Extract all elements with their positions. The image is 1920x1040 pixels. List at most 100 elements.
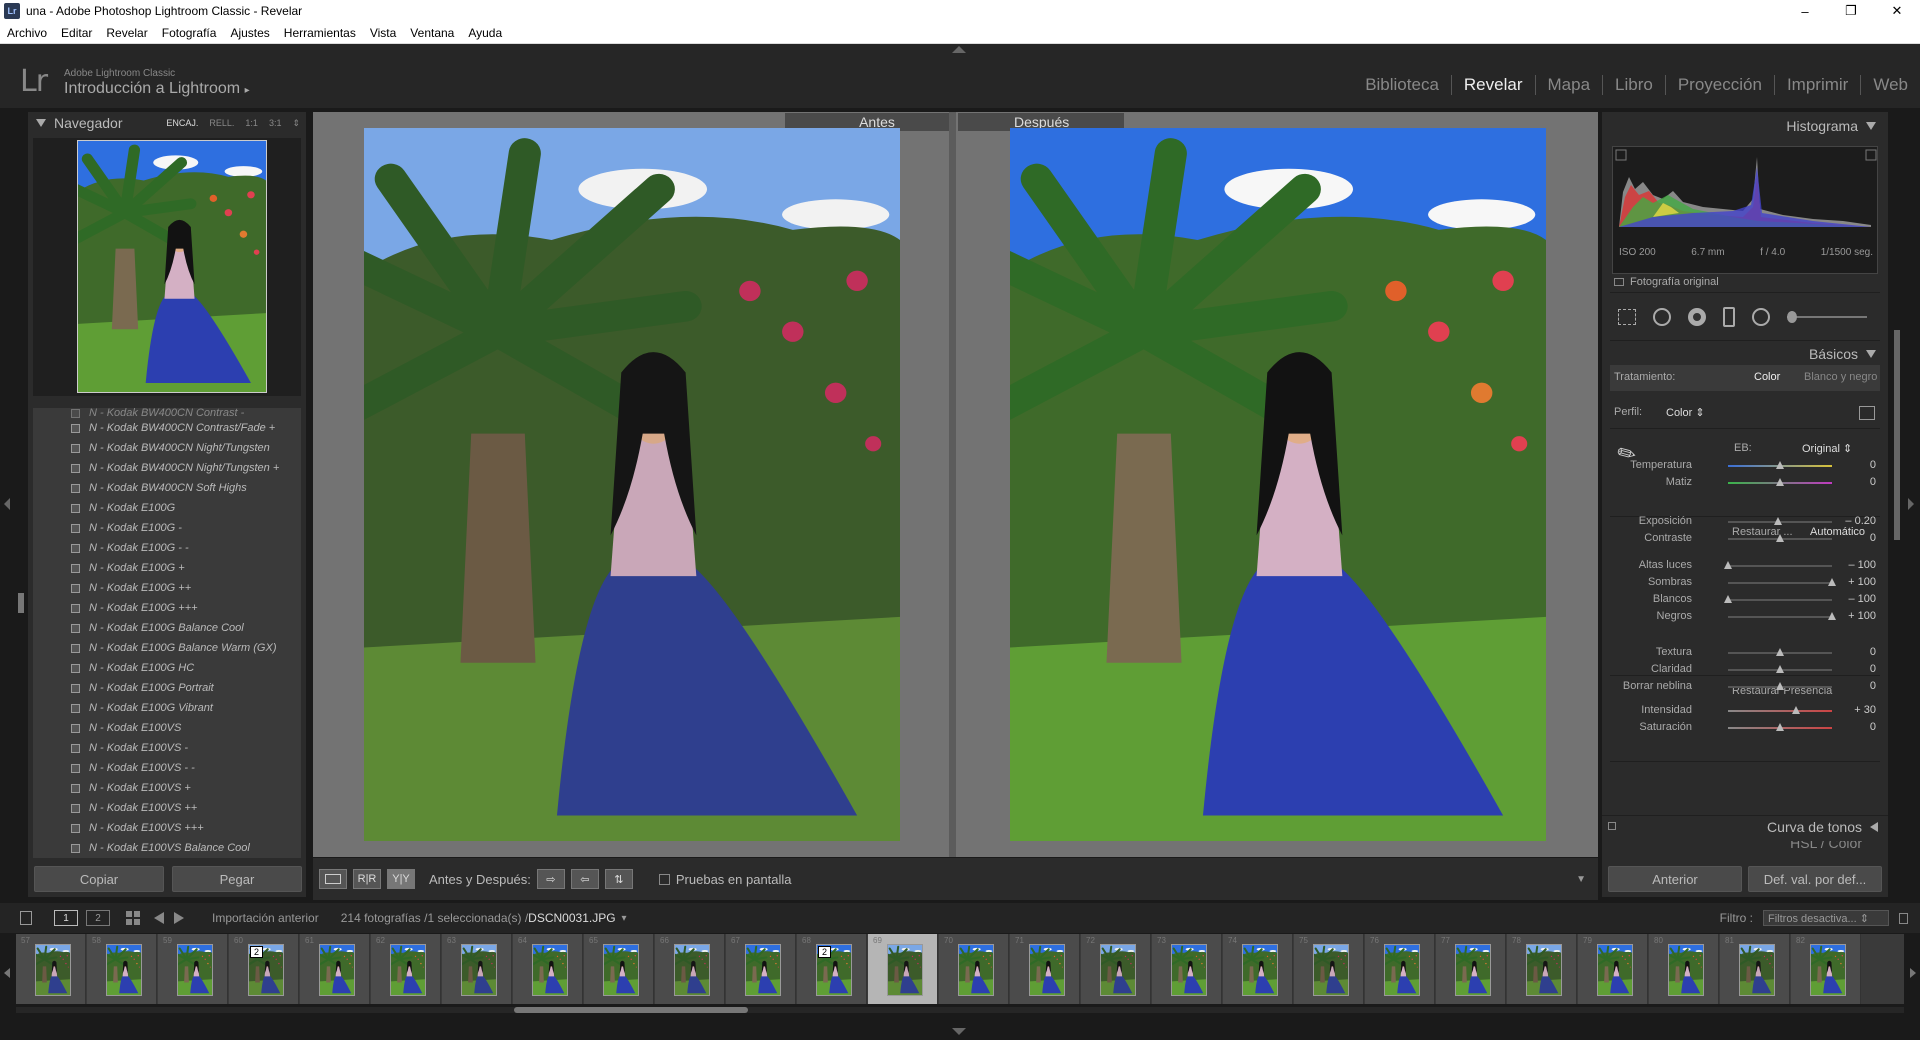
filmstrip-thumbnail[interactable]: 82 — [1791, 934, 1861, 1004]
menu-8[interactable]: Ayuda — [461, 26, 509, 40]
filmstrip-thumbnail[interactable]: 66 — [655, 934, 725, 1004]
filmstrip-thumbnail[interactable]: 78 — [1507, 934, 1577, 1004]
maximize-button[interactable]: ❐ — [1828, 0, 1874, 22]
panel-toggle-icon[interactable] — [1608, 822, 1616, 830]
filmstrip-thumbnail[interactable]: 73 — [1152, 934, 1222, 1004]
slider-value[interactable]: 0 — [1870, 680, 1876, 692]
preset-item[interactable]: N - Kodak E100G - — [33, 518, 301, 538]
preset-item[interactable]: N - Kodak E100VS - — [33, 738, 301, 758]
module-5[interactable]: Imprimir — [1773, 75, 1860, 95]
slider-knob[interactable] — [1776, 461, 1784, 469]
filter-select[interactable]: Filtros desactiva... ⇕ — [1763, 910, 1889, 926]
spot-removal-tool-icon[interactable] — [1653, 308, 1671, 326]
redeye-tool-icon[interactable] — [1688, 308, 1706, 326]
shadow-clipping-icon[interactable] — [1615, 149, 1627, 161]
preset-item[interactable]: N - Kodak E100VS — [33, 718, 301, 738]
filmstrip-thumbnail[interactable]: 74 — [1223, 934, 1293, 1004]
preset-item[interactable]: N - Kodak BW400CN Contrast/Fade + — [33, 418, 301, 438]
radial-filter-icon[interactable] — [1752, 308, 1770, 326]
preset-item[interactable]: N - Kodak E100VS + — [33, 778, 301, 798]
crop-tool-icon[interactable] — [1618, 309, 1636, 325]
left-panel-toggle-icon[interactable] — [4, 498, 10, 510]
preset-item[interactable]: N - Kodak E100G Vibrant — [33, 698, 301, 718]
hsl-header-partial[interactable]: HSL / Color — [1602, 841, 1888, 849]
slider-value[interactable]: 0 — [1870, 476, 1876, 488]
slider-value[interactable]: + 100 — [1848, 576, 1876, 588]
preset-item[interactable]: N - Kodak E100G Balance Cool — [33, 618, 301, 638]
treatment-color-option[interactable]: Color — [1754, 371, 1780, 383]
filmstrip-thumbnail[interactable]: 79 — [1578, 934, 1648, 1004]
profile-select[interactable]: Color ⇕ — [1666, 406, 1705, 419]
preset-item[interactable]: N - Kodak E100VS Balance Cool — [33, 838, 301, 858]
catalog-name[interactable]: Introducción a Lightroom ▸ — [64, 80, 250, 98]
slider-knob[interactable] — [1776, 665, 1784, 673]
filmstrip-source[interactable]: Importación anterior — [212, 911, 319, 925]
slider-knob[interactable] — [1791, 706, 1800, 714]
filmstrip-thumbnail[interactable]: 80 — [1649, 934, 1719, 1004]
preset-item[interactable]: N - Kodak E100G — [33, 498, 301, 518]
filmstrip-thumbnail[interactable]: 75 — [1294, 934, 1364, 1004]
slider-value[interactable]: + 30 — [1854, 704, 1876, 716]
graduated-filter-icon[interactable] — [1723, 307, 1735, 327]
slider-knob[interactable] — [1776, 648, 1784, 656]
menu-6[interactable]: Vista — [363, 26, 403, 40]
menu-3[interactable]: Fotografía — [155, 26, 224, 40]
preset-item[interactable]: N - Kodak E100G HC — [33, 658, 301, 678]
bottom-panel-toggle-icon[interactable] — [952, 1028, 966, 1035]
navigator-preview[interactable] — [33, 138, 301, 396]
stack-badge[interactable]: 2 — [818, 946, 831, 958]
current-file-name[interactable]: DSCN0031.JPG — [528, 911, 615, 925]
preset-item[interactable]: N - Kodak E100G - - — [33, 538, 301, 558]
slider-track[interactable] — [1728, 565, 1832, 567]
filmstrip-thumbnail[interactable]: 71 — [1010, 934, 1080, 1004]
filmstrip-thumbnail[interactable]: 68 2 — [797, 934, 867, 1004]
module-3[interactable]: Libro — [1602, 75, 1665, 95]
menu-4[interactable]: Ajustes — [223, 26, 276, 40]
forward-arrow-icon[interactable] — [174, 912, 184, 924]
copy-button[interactable]: Copiar — [34, 866, 164, 892]
slider-knob[interactable] — [1776, 534, 1784, 542]
filmstrip-thumbnail[interactable]: 72 — [1081, 934, 1151, 1004]
filmstrip-thumbnail[interactable]: 69 — [868, 934, 938, 1004]
slider-value[interactable]: – 100 — [1848, 559, 1876, 571]
profile-browser-grid-icon[interactable] — [1859, 406, 1875, 420]
original-photo-checkbox[interactable] — [1614, 278, 1624, 286]
toolbar-menu-icon[interactable]: ▼ — [1576, 874, 1586, 885]
filmstrip-thumbnail[interactable]: 65 — [584, 934, 654, 1004]
basic-header[interactable]: Básicos — [1809, 346, 1876, 362]
preset-item[interactable]: N - Kodak E100VS +++ — [33, 818, 301, 838]
main-window-button[interactable]: 1 — [54, 910, 78, 926]
preset-item[interactable]: N - Kodak BW400CN Contrast - — [33, 408, 301, 418]
second-window-button[interactable]: 2 — [86, 910, 110, 926]
previous-button[interactable]: Anterior — [1608, 866, 1742, 892]
filmstrip-thumbnail[interactable]: 62 — [371, 934, 441, 1004]
slider-track[interactable] — [1728, 582, 1832, 584]
copy-before-to-after-button[interactable]: ⇨ — [536, 869, 565, 889]
preset-item[interactable]: N - Kodak E100VS - - — [33, 758, 301, 778]
close-button[interactable]: ✕ — [1874, 0, 1920, 22]
back-arrow-icon[interactable] — [154, 912, 164, 924]
filmstrip-thumbnail[interactable]: 77 — [1436, 934, 1506, 1004]
menu-5[interactable]: Herramientas — [277, 26, 363, 40]
secondary-window-icon[interactable] — [20, 911, 32, 925]
filmstrip-thumbnail[interactable]: 70 — [939, 934, 1009, 1004]
slider-knob[interactable] — [1724, 561, 1732, 569]
slider-value[interactable]: 0 — [1870, 663, 1876, 675]
slider-track[interactable] — [1728, 710, 1832, 712]
wb-select[interactable]: Original ⇕ — [1802, 442, 1852, 455]
navigator-header[interactable]: Navegador ENCAJ. RELL. 1:1 3:1 ⇕ — [28, 112, 306, 134]
menu-2[interactable]: Revelar — [99, 26, 154, 40]
filmstrip-thumbnail[interactable]: 81 — [1720, 934, 1790, 1004]
module-1[interactable]: Revelar — [1450, 75, 1535, 95]
slider-value[interactable]: 0 — [1870, 646, 1876, 658]
loupe-view-button[interactable] — [319, 869, 347, 889]
file-menu-icon[interactable]: ▾ — [622, 913, 627, 924]
preset-item[interactable]: N - Kodak E100VS ++ — [33, 798, 301, 818]
defaults-button[interactable]: Def. val. por def... — [1748, 866, 1882, 892]
filmstrip-thumbnail[interactable]: 58 — [87, 934, 157, 1004]
before-after-yy-button[interactable]: Y|Y — [387, 869, 415, 889]
slider-value[interactable]: 0 — [1870, 532, 1876, 544]
filmstrip-thumbnail[interactable]: 60 2 — [229, 934, 299, 1004]
slider-knob[interactable] — [1776, 478, 1784, 486]
filmstrip-thumbnail[interactable]: 63 — [442, 934, 512, 1004]
